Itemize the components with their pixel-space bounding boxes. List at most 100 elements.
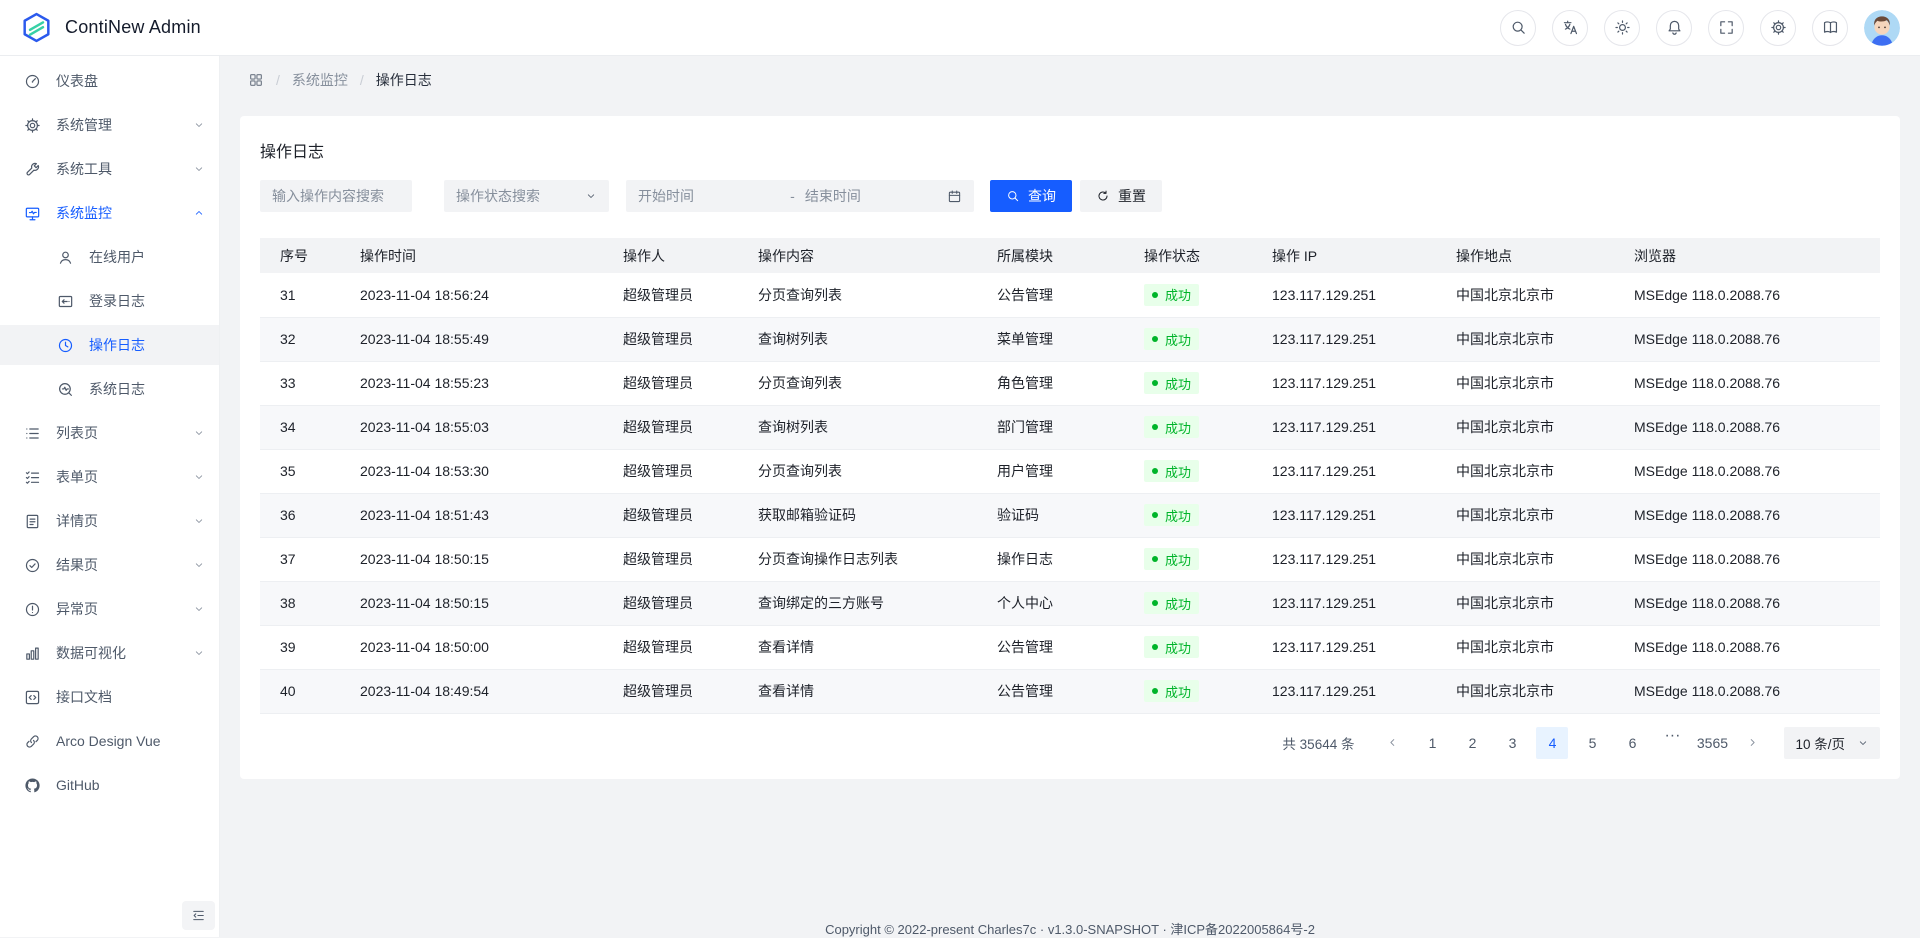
page-button-3[interactable]: 3	[1496, 727, 1528, 759]
sidebar-item-system-management[interactable]: 系统管理	[0, 105, 219, 145]
page-size-select[interactable]: 10 条/页	[1784, 727, 1880, 759]
prev-page-button[interactable]	[1376, 727, 1408, 759]
docs-button[interactable]	[1812, 10, 1848, 46]
cell-content: 分页查询操作日志列表	[738, 537, 977, 581]
sidebar-item-exception-pages[interactable]: 异常页	[0, 589, 219, 629]
status-dot-icon	[1152, 468, 1158, 474]
column-header-user: 操作人	[603, 238, 738, 273]
cell-module: 角色管理	[977, 361, 1124, 405]
cell-content: 获取邮箱验证码	[738, 493, 977, 537]
cell-content: 查询树列表	[738, 317, 977, 361]
cell-user: 超级管理员	[603, 273, 738, 317]
page-button-2[interactable]: 2	[1456, 727, 1488, 759]
sidebar-item-online-users[interactable]: 在线用户	[0, 237, 219, 277]
next-page-button[interactable]	[1736, 727, 1768, 759]
page-button-4[interactable]: 4	[1536, 727, 1568, 759]
page-button-3565[interactable]: 3565	[1696, 727, 1728, 759]
column-header-location: 操作地点	[1436, 238, 1614, 273]
status-filter-select[interactable]: 操作状态搜索	[444, 180, 609, 212]
sidebar-item-github[interactable]: GitHub	[0, 765, 219, 805]
sidebar-item-result-pages[interactable]: 结果页	[0, 545, 219, 585]
sidebar-item-detail-pages[interactable]: 详情页	[0, 501, 219, 541]
sidebar-item-system-monitor[interactable]: 系统监控	[0, 193, 219, 233]
page-button-1[interactable]: 1	[1416, 727, 1448, 759]
table-body: 312023-11-04 18:56:24超级管理员分页查询列表公告管理成功12…	[260, 273, 1880, 713]
page-button-6[interactable]: 6	[1616, 727, 1648, 759]
page-number-list: 123456···3565	[1408, 727, 1728, 759]
cell-ip: 123.117.129.251	[1252, 669, 1436, 713]
dashboard-icon	[24, 73, 41, 90]
sidebar-item-form-pages[interactable]: 表单页	[0, 457, 219, 497]
status-label: 成功	[1165, 418, 1191, 437]
notifications-icon	[1666, 19, 1683, 36]
sidebar-item-list-pages[interactable]: 列表页	[0, 413, 219, 453]
search-button[interactable]: 查询	[990, 180, 1072, 212]
form-icon	[24, 469, 41, 486]
status-dot-icon	[1152, 380, 1158, 386]
column-header-status: 操作状态	[1124, 238, 1252, 273]
sidebar-item-arco-design-vue[interactable]: Arco Design Vue	[0, 721, 219, 761]
cell-user: 超级管理员	[603, 317, 738, 361]
table-row: 322023-11-04 18:55:49超级管理员查询树列表菜单管理成功123…	[260, 317, 1880, 361]
fullscreen-button[interactable]	[1708, 10, 1744, 46]
breadcrumb-separator: /	[276, 72, 280, 88]
status-badge: 成功	[1144, 592, 1199, 614]
apps-icon[interactable]	[248, 72, 264, 88]
sidebar-item-dashboard[interactable]: 仪表盘	[0, 61, 219, 101]
sidebar-item-operation-logs[interactable]: 操作日志	[0, 325, 219, 365]
cell-no: 33	[260, 361, 340, 405]
breadcrumb-item-operation-logs: 操作日志	[376, 70, 432, 90]
date-range-picker[interactable]: 开始时间 - 结束时间	[626, 180, 974, 212]
status-dot-icon	[1152, 424, 1158, 430]
cell-time: 2023-11-04 18:53:30	[340, 449, 603, 493]
settings-button[interactable]	[1760, 10, 1796, 46]
cell-location: 中国北京北京市	[1436, 581, 1614, 625]
app-root: { "header": { "brand": "ContiNew Admin",…	[0, 0, 1920, 937]
table-row: 342023-11-04 18:55:03超级管理员查询树列表部门管理成功123…	[260, 405, 1880, 449]
cell-user: 超级管理员	[603, 449, 738, 493]
cell-location: 中国北京北京市	[1436, 669, 1614, 713]
notifications-button[interactable]	[1656, 10, 1692, 46]
cell-no: 38	[260, 581, 340, 625]
sidebar: 仪表盘系统管理系统工具系统监控在线用户登录日志操作日志系统日志列表页表单页详情页…	[0, 56, 220, 937]
brand: ContiNew Admin	[20, 11, 201, 44]
content-search-input[interactable]	[260, 180, 412, 212]
pagination-ellipsis[interactable]: ···	[1656, 727, 1688, 759]
translate-icon	[1562, 19, 1579, 36]
translate-button[interactable]	[1552, 10, 1588, 46]
sidebar-item-api-docs[interactable]: 接口文档	[0, 677, 219, 717]
search-button[interactable]	[1500, 10, 1536, 46]
sidebar-item-login-logs[interactable]: 登录日志	[0, 281, 219, 321]
chevron-down-icon	[1857, 737, 1869, 749]
cell-no: 31	[260, 273, 340, 317]
cell-location: 中国北京北京市	[1436, 405, 1614, 449]
chevron-down-icon	[193, 515, 205, 527]
table-row: 362023-11-04 18:51:43超级管理员获取邮箱验证码验证码成功12…	[260, 493, 1880, 537]
cell-time: 2023-11-04 18:55:49	[340, 317, 603, 361]
status-label: 成功	[1165, 506, 1191, 525]
reset-button[interactable]: 重置	[1080, 180, 1162, 212]
cell-browser: MSEdge 118.0.2088.76	[1614, 669, 1880, 713]
breadcrumb-item-system-monitor[interactable]: 系统监控	[292, 70, 348, 90]
status-dot-icon	[1152, 336, 1158, 342]
status-dot-icon	[1152, 600, 1158, 606]
sidebar-item-data-visualization[interactable]: 数据可视化	[0, 633, 219, 673]
column-header-ip: 操作 IP	[1252, 238, 1436, 273]
page-button-5[interactable]: 5	[1576, 727, 1608, 759]
cell-ip: 123.117.129.251	[1252, 581, 1436, 625]
sidebar-item-system-logs[interactable]: 系统日志	[0, 369, 219, 409]
sidebar-collapse-button[interactable]	[182, 901, 215, 930]
cell-ip: 123.117.129.251	[1252, 273, 1436, 317]
chevron-down-icon	[193, 163, 205, 175]
column-header-browser: 浏览器	[1614, 238, 1880, 273]
user-avatar[interactable]	[1864, 10, 1900, 46]
cell-module: 操作日志	[977, 537, 1124, 581]
breadcrumb-separator: /	[360, 72, 364, 88]
sidebar-item-system-tools[interactable]: 系统工具	[0, 149, 219, 189]
breadcrumb: / 系统监控 / 操作日志	[220, 56, 1920, 104]
cell-status: 成功	[1124, 273, 1252, 317]
cell-module: 个人中心	[977, 581, 1124, 625]
status-label: 成功	[1165, 682, 1191, 701]
theme-button[interactable]	[1604, 10, 1640, 46]
cell-status: 成功	[1124, 361, 1252, 405]
